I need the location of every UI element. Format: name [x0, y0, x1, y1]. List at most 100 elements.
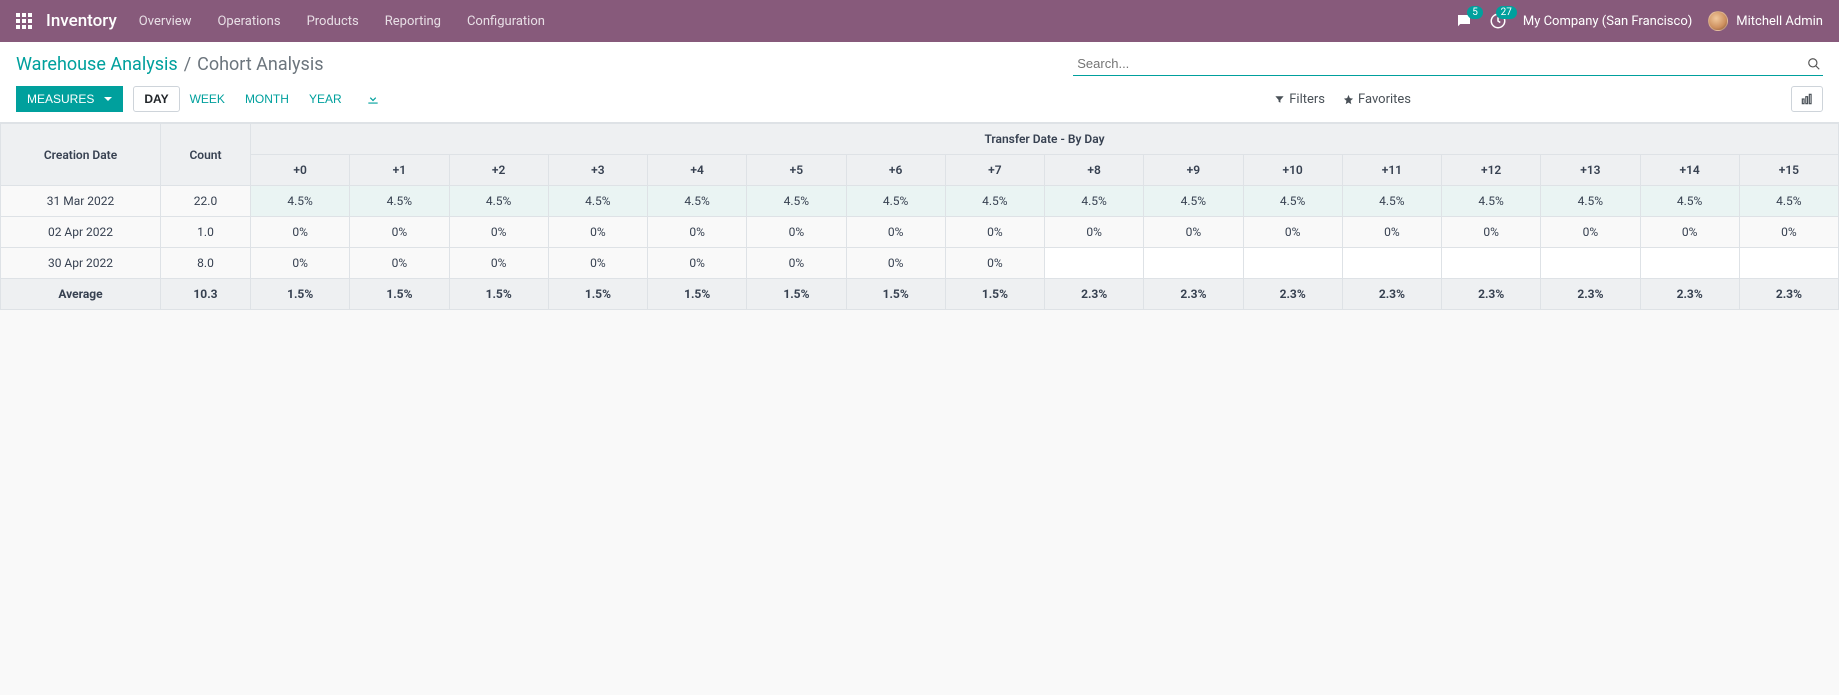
menu-reporting[interactable]: Reporting: [385, 14, 441, 29]
th-offset[interactable]: +2: [449, 155, 548, 186]
interval-year[interactable]: YEAR: [299, 87, 352, 111]
th-offset[interactable]: +0: [251, 155, 350, 186]
interval-day[interactable]: DAY: [133, 86, 179, 112]
cohort-cell[interactable]: 0%: [350, 217, 449, 248]
cohort-cell[interactable]: 0%: [1442, 217, 1541, 248]
th-offset[interactable]: +9: [1144, 155, 1243, 186]
cohort-cell[interactable]: 0%: [747, 217, 846, 248]
cohort-cell[interactable]: 0%: [350, 248, 449, 279]
th-offset[interactable]: +5: [747, 155, 846, 186]
cohort-cell[interactable]: 4.5%: [1739, 186, 1838, 217]
cohort-cell[interactable]: 4.5%: [747, 186, 846, 217]
cohort-cell[interactable]: [1541, 248, 1640, 279]
interval-month[interactable]: MONTH: [235, 87, 299, 111]
cohort-cell[interactable]: 0%: [648, 217, 747, 248]
row-label[interactable]: 31 Mar 2022: [1, 186, 161, 217]
cohort-cell: 1.5%: [945, 279, 1044, 310]
cohort-cell[interactable]: 0%: [846, 248, 945, 279]
brand-title[interactable]: Inventory: [46, 11, 117, 31]
menu-operations[interactable]: Operations: [217, 14, 280, 29]
cohort-cell[interactable]: 4.5%: [251, 186, 350, 217]
row-count[interactable]: 1.0: [161, 217, 251, 248]
breadcrumb-link[interactable]: Warehouse Analysis: [16, 54, 178, 75]
cohort-cell[interactable]: 0%: [1739, 217, 1838, 248]
download-icon[interactable]: [366, 92, 380, 106]
apps-icon[interactable]: [16, 13, 32, 29]
cohort-cell: 2.3%: [1442, 279, 1541, 310]
cohort-cell[interactable]: [1045, 248, 1144, 279]
search-icon[interactable]: [1807, 57, 1821, 71]
menu-overview[interactable]: Overview: [139, 14, 192, 29]
cohort-cell[interactable]: 0%: [449, 248, 548, 279]
row-count[interactable]: 8.0: [161, 248, 251, 279]
menu-products[interactable]: Products: [307, 14, 359, 29]
th-offset[interactable]: +13: [1541, 155, 1640, 186]
cohort-cell[interactable]: 0%: [1243, 217, 1342, 248]
cohort-cell[interactable]: [1144, 248, 1243, 279]
interval-week[interactable]: WEEK: [180, 87, 235, 111]
th-offset[interactable]: +15: [1739, 155, 1838, 186]
th-offset[interactable]: +4: [648, 155, 747, 186]
th-offset[interactable]: +10: [1243, 155, 1342, 186]
th-offset[interactable]: +11: [1342, 155, 1441, 186]
th-offset[interactable]: +8: [1045, 155, 1144, 186]
measures-button[interactable]: MEASURES: [16, 86, 123, 112]
cohort-cell[interactable]: [1442, 248, 1541, 279]
user-menu[interactable]: Mitchell Admin: [1708, 11, 1823, 31]
cohort-cell[interactable]: 4.5%: [449, 186, 548, 217]
cohort-cell[interactable]: 4.5%: [1442, 186, 1541, 217]
th-offset[interactable]: +1: [350, 155, 449, 186]
cohort-cell[interactable]: 4.5%: [1541, 186, 1640, 217]
cohort-cell[interactable]: 4.5%: [548, 186, 647, 217]
menu-configuration[interactable]: Configuration: [467, 14, 545, 29]
th-offset[interactable]: +6: [846, 155, 945, 186]
cohort-cell[interactable]: 0%: [251, 217, 350, 248]
cohort-cell[interactable]: [1739, 248, 1838, 279]
cohort-cell[interactable]: 4.5%: [1640, 186, 1739, 217]
cohort-cell[interactable]: 4.5%: [1342, 186, 1441, 217]
cohort-cell[interactable]: 4.5%: [1144, 186, 1243, 217]
th-offset[interactable]: +3: [548, 155, 647, 186]
cohort-cell[interactable]: 0%: [945, 248, 1044, 279]
cohort-cell[interactable]: 4.5%: [1045, 186, 1144, 217]
view-chart-button[interactable]: [1791, 86, 1823, 112]
search-input[interactable]: [1073, 52, 1823, 75]
cohort-cell[interactable]: 4.5%: [648, 186, 747, 217]
cohort-cell: 1.5%: [548, 279, 647, 310]
search-bar[interactable]: [1073, 52, 1823, 76]
row-label[interactable]: 30 Apr 2022: [1, 248, 161, 279]
activity-icon[interactable]: 27: [1489, 12, 1507, 30]
cohort-cell[interactable]: 0%: [1541, 217, 1640, 248]
th-offset[interactable]: +14: [1640, 155, 1739, 186]
cohort-cell[interactable]: 0%: [1640, 217, 1739, 248]
cohort-cell[interactable]: [1640, 248, 1739, 279]
cohort-cell[interactable]: 0%: [648, 248, 747, 279]
th-count[interactable]: Count: [161, 124, 251, 186]
cohort-cell[interactable]: 0%: [846, 217, 945, 248]
cohort-cell[interactable]: [1243, 248, 1342, 279]
cohort-cell[interactable]: 0%: [449, 217, 548, 248]
company-switcher[interactable]: My Company (San Francisco): [1523, 14, 1692, 29]
favorites-button[interactable]: Favorites: [1343, 92, 1411, 107]
row-label[interactable]: 02 Apr 2022: [1, 217, 161, 248]
cohort-cell[interactable]: 0%: [945, 217, 1044, 248]
cohort-cell[interactable]: 0%: [251, 248, 350, 279]
messaging-icon[interactable]: 5: [1455, 12, 1473, 30]
filters-button[interactable]: Filters: [1274, 92, 1325, 107]
cohort-cell[interactable]: 0%: [1144, 217, 1243, 248]
cohort-cell[interactable]: 4.5%: [1243, 186, 1342, 217]
row-count[interactable]: 22.0: [161, 186, 251, 217]
cohort-cell[interactable]: 0%: [548, 248, 647, 279]
cohort-cell[interactable]: 0%: [747, 248, 846, 279]
cohort-cell[interactable]: [1342, 248, 1441, 279]
cohort-cell[interactable]: 0%: [1342, 217, 1441, 248]
cohort-cell[interactable]: 0%: [1045, 217, 1144, 248]
cohort-cell[interactable]: 4.5%: [846, 186, 945, 217]
cohort-cell[interactable]: 0%: [548, 217, 647, 248]
th-offset[interactable]: +12: [1442, 155, 1541, 186]
th-creation-date[interactable]: Creation Date: [1, 124, 161, 186]
th-offset[interactable]: +7: [945, 155, 1044, 186]
cohort-cell[interactable]: 4.5%: [945, 186, 1044, 217]
cohort-cell[interactable]: 4.5%: [350, 186, 449, 217]
cohort-cell: 2.3%: [1045, 279, 1144, 310]
